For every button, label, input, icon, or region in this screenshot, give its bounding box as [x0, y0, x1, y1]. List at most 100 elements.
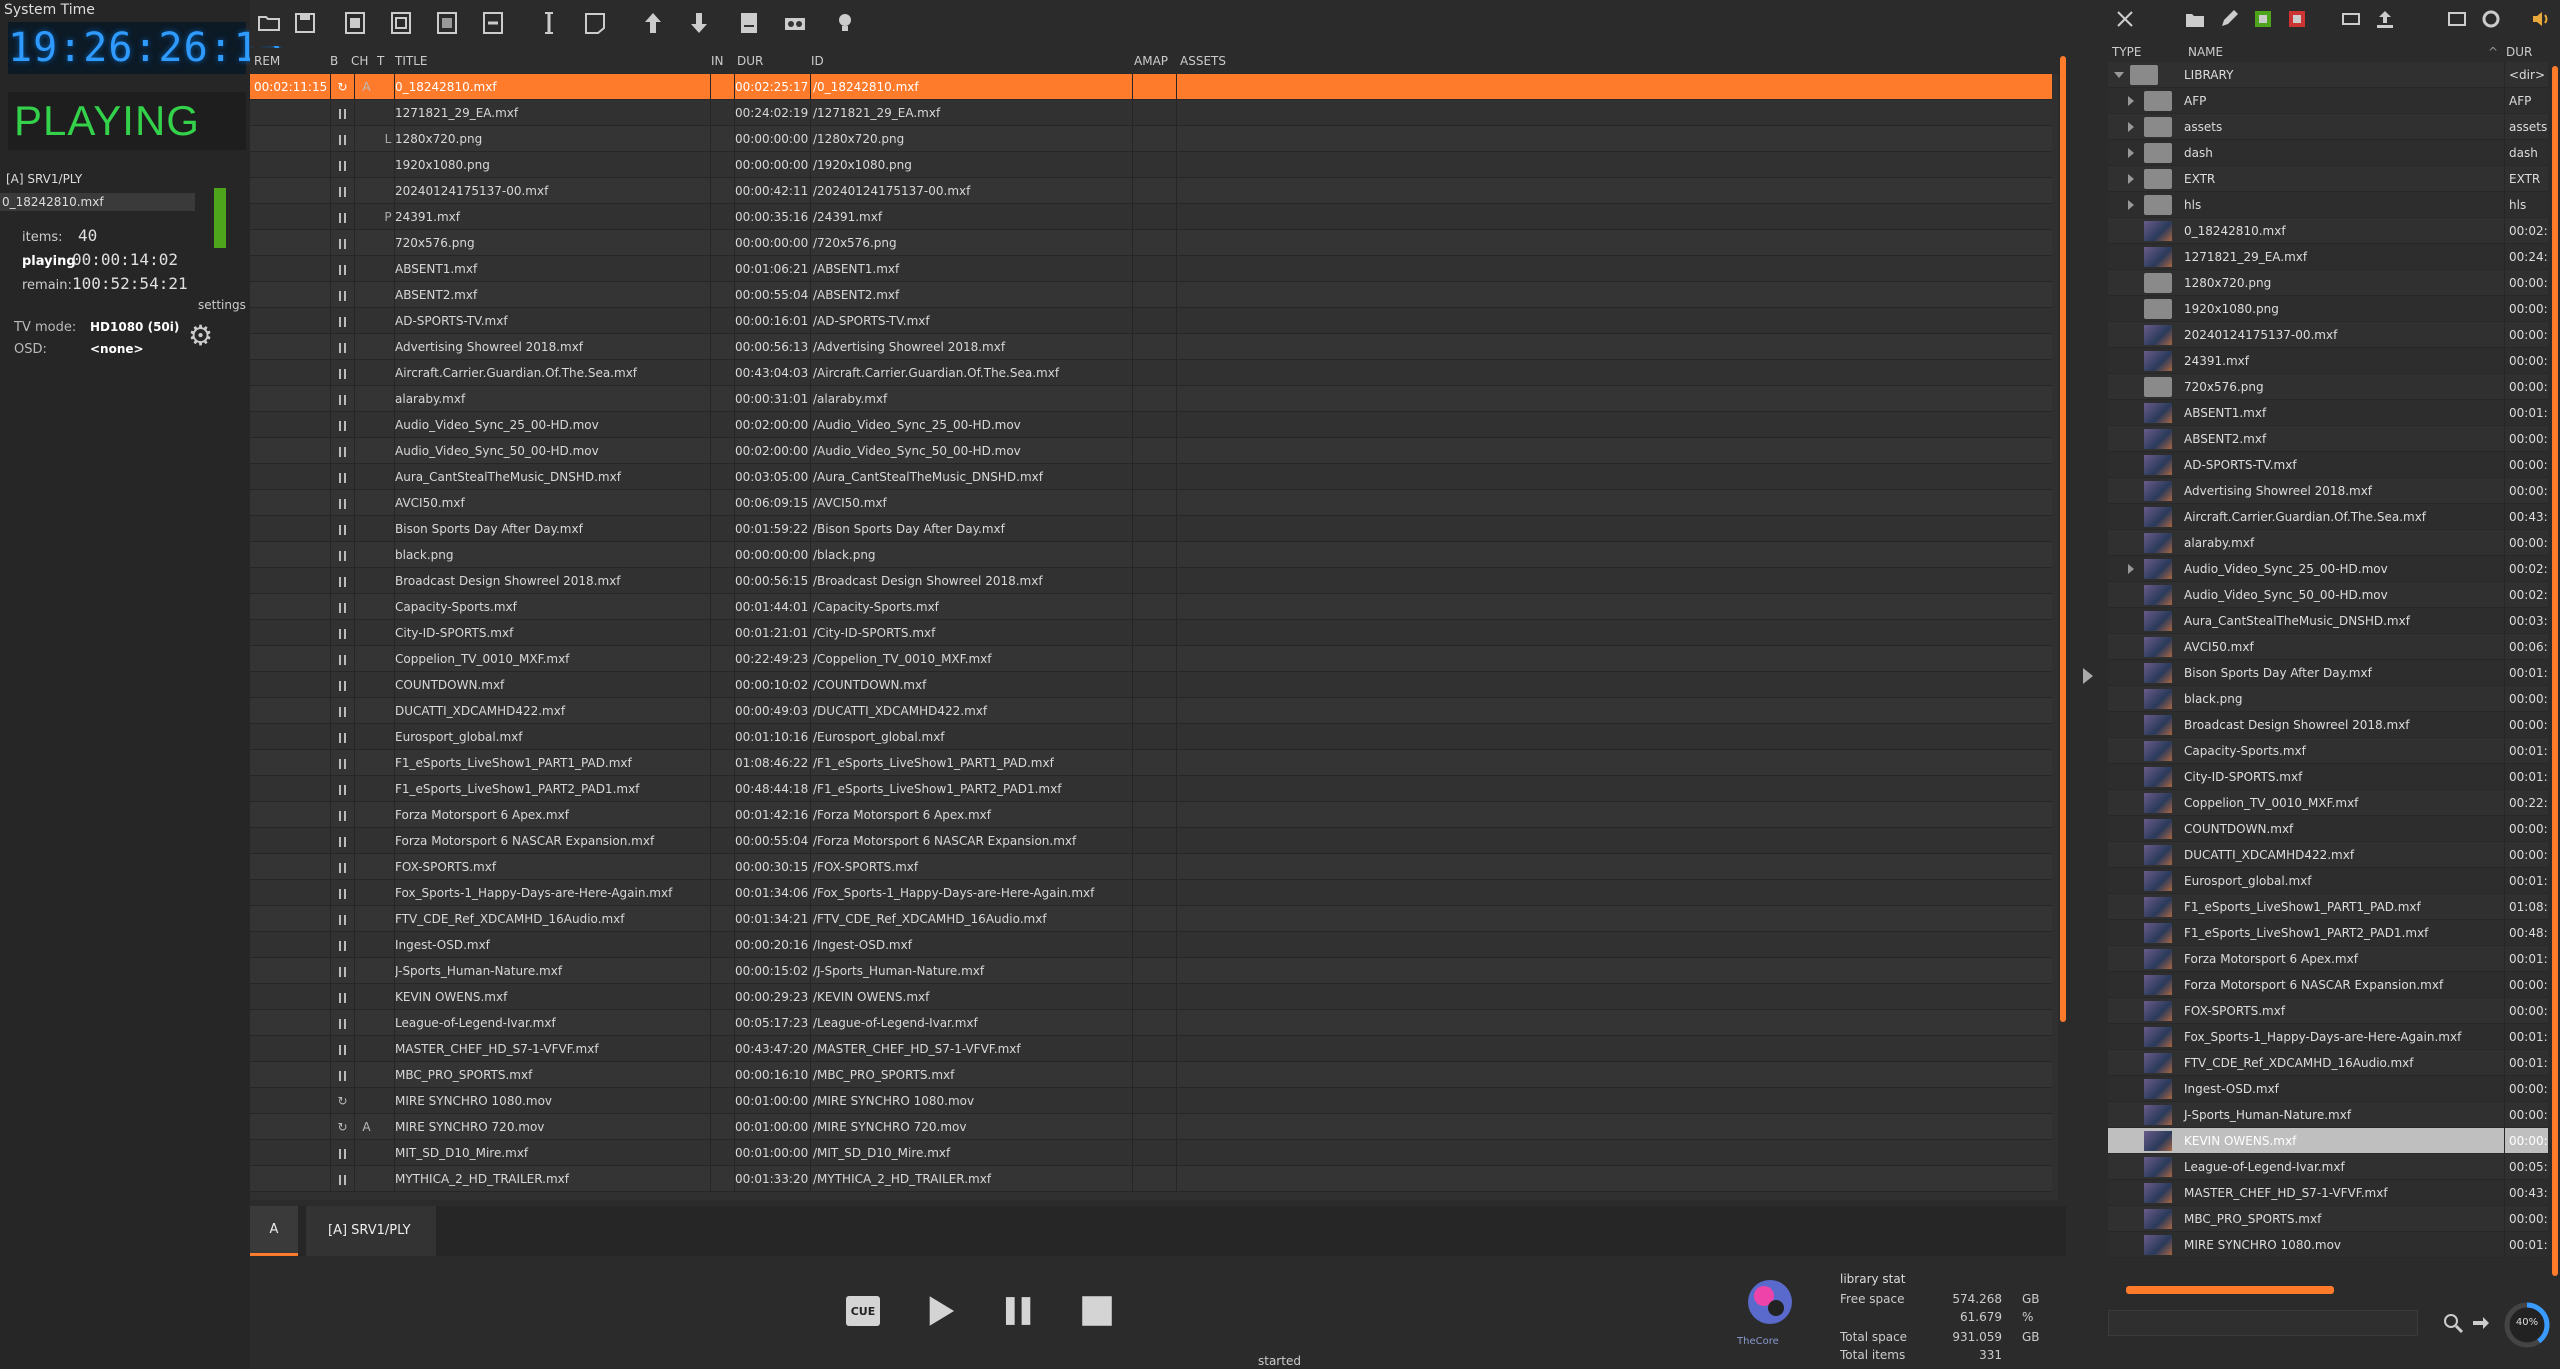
library-file-row[interactable]: FTV_CDE_Ref_XDCAMHD_16Audio.mxf 00:01:: [2108, 1050, 2548, 1076]
chevron-down-icon[interactable]: [2114, 72, 2124, 78]
playlist-row[interactable]: Forza Motorsport 6 Apex.mxf 00:01:42:16/F…: [250, 802, 2052, 828]
library-file-row[interactable]: Audio_Video_Sync_50_00-HD.mov 00:02:: [2108, 582, 2548, 608]
playlist-row[interactable]: F1_eSports_LiveShow1_PART2_PAD1.mxf 00:48…: [250, 776, 2052, 802]
library-file-row[interactable]: Eurosport_global.mxf 00:01:: [2108, 868, 2548, 894]
page-button[interactable]: [580, 8, 610, 38]
hint-button[interactable]: [830, 8, 860, 38]
library-scrollbar-thumb[interactable]: [2552, 66, 2558, 1276]
move-up-button[interactable]: [638, 8, 668, 38]
col-name[interactable]: NAME: [2188, 45, 2223, 59]
library-file-row[interactable]: Audio_Video_Sync_25_00-HD.mov 00:02:: [2108, 556, 2548, 582]
library-search-input[interactable]: [2108, 1310, 2418, 1336]
chevron-right-icon[interactable]: [2128, 200, 2134, 210]
library-file-row[interactable]: DUCATTI_XDCAMHD422.mxf 00:00:: [2108, 842, 2548, 868]
library-file-row[interactable]: 1271821_29_EA.mxf 00:24:: [2108, 244, 2548, 270]
library-file-row[interactable]: Aircraft.Carrier.Guardian.Of.The.Sea.mxf…: [2108, 504, 2548, 530]
chevron-right-icon[interactable]: [2128, 122, 2134, 132]
library-hscrollbar[interactable]: [2112, 1284, 2548, 1296]
library-file-row[interactable]: City-ID-SPORTS.mxf 00:01:: [2108, 764, 2548, 790]
open-folder-button[interactable]: [254, 8, 284, 38]
playlist-scrollbar[interactable]: [2058, 48, 2068, 1200]
add-clip-button[interactable]: [2250, 6, 2276, 32]
library-file-row[interactable]: MBC_PRO_SPORTS.mxf 00:00:: [2108, 1206, 2548, 1232]
collapse-arrow-icon[interactable]: [2080, 666, 2096, 686]
playlist-row[interactable]: black.png 00:00:00:00/black.png: [250, 542, 2052, 568]
col-b[interactable]: B: [330, 54, 338, 68]
library-file-row[interactable]: KEVIN OWENS.mxf 00:00:: [2108, 1128, 2548, 1154]
tab-server[interactable]: [A] SRV1/PLY: [306, 1206, 436, 1256]
col-amap[interactable]: AMAP: [1134, 54, 1168, 68]
playlist-row[interactable]: FOX-SPORTS.mxf 00:00:30:15/FOX-SPORTS.mxf: [250, 854, 2052, 880]
library-folder-row[interactable]: hls hls: [2108, 192, 2548, 218]
pause-button[interactable]: [996, 1288, 1042, 1334]
playlist-row[interactable]: 1920x1080.png 00:00:00:00/1920x1080.png: [250, 152, 2052, 178]
library-file-row[interactable]: 1280x720.png 00:00:: [2108, 270, 2548, 296]
playlist-row[interactable]: City-ID-SPORTS.mxf 00:01:21:01/City-ID-SP…: [250, 620, 2052, 646]
library-file-row[interactable]: Broadcast Design Showreel 2018.mxf 00:00:: [2108, 712, 2548, 738]
library-file-row[interactable]: J-Sports_Human-Nature.mxf 00:00:: [2108, 1102, 2548, 1128]
library-file-row[interactable]: alaraby.mxf 00:00:: [2108, 530, 2548, 556]
library-folder-row[interactable]: EXTR EXTR: [2108, 166, 2548, 192]
upload-button[interactable]: [2372, 6, 2398, 32]
library-file-row[interactable]: FOX-SPORTS.mxf 00:00:: [2108, 998, 2548, 1024]
playlist-row[interactable]: MYTHICA_2_HD_TRAILER.mxf 00:01:33:20/MYTH…: [250, 1166, 2052, 1192]
playlist-row[interactable]: AD-SPORTS-TV.mxf 00:00:16:01/AD-SPORTS-TV…: [250, 308, 2052, 334]
playlist-row[interactable]: KEVIN OWENS.mxf 00:00:29:23/KEVIN OWENS.m…: [250, 984, 2052, 1010]
col-assets[interactable]: ASSETS: [1180, 54, 1226, 68]
move-down-button[interactable]: [684, 8, 714, 38]
playlist-row[interactable]: 1271821_29_EA.mxf 00:24:02:19/1271821_29_…: [250, 100, 2052, 126]
library-file-row[interactable]: 720x576.png 00:00:: [2108, 374, 2548, 400]
col-title[interactable]: TITLE: [395, 54, 427, 68]
playlist-row[interactable]: L 1280x720.png 00:00:00:00/1280x720.png: [250, 126, 2052, 152]
search-icon[interactable]: [2442, 1312, 2464, 1334]
library-file-row[interactable]: League-of-Legend-Ivar.mxf 00:05:: [2108, 1154, 2548, 1180]
cue-button[interactable]: CUE: [846, 1296, 880, 1326]
playlist-row[interactable]: 00:02:11:15 ↻ A 0_18242810.mxf 00:02:25:17/0…: [250, 74, 2052, 100]
play-button[interactable]: [918, 1288, 964, 1334]
chevron-right-icon[interactable]: [2128, 96, 2134, 106]
edit-button[interactable]: [2216, 6, 2242, 32]
playlist-row[interactable]: 20240124175137-00.mxf 00:00:42:11/2024012…: [250, 178, 2052, 204]
playlist-row[interactable]: Audio_Video_Sync_50_00-HD.mov 00:02:00:00…: [250, 438, 2052, 464]
save-button[interactable]: [290, 8, 320, 38]
playlist-row[interactable]: Broadcast Design Showreel 2018.mxf 00:00:…: [250, 568, 2052, 594]
library-hscrollbar-thumb[interactable]: [2126, 1286, 2334, 1294]
library-file-row[interactable]: 20240124175137-00.mxf 00:00:: [2108, 322, 2548, 348]
playlist-row[interactable]: F1_eSports_LiveShow1_PART1_PAD.mxf 01:08:…: [250, 750, 2052, 776]
playlist-row[interactable]: FTV_CDE_Ref_XDCAMHD_16Audio.mxf 00:01:34:…: [250, 906, 2052, 932]
playlist-row[interactable]: Aura_CantStealTheMusic_DNSHD.mxf 00:03:05…: [250, 464, 2052, 490]
playlist-row[interactable]: Bison Sports Day After Day.mxf 00:01:59:2…: [250, 516, 2052, 542]
film-replace-button[interactable]: [432, 8, 462, 38]
playlist-row[interactable]: MBC_PRO_SPORTS.mxf 00:00:16:10/MBC_PRO_SP…: [250, 1062, 2052, 1088]
library-file-row[interactable]: Capacity-Sports.mxf 00:01:: [2108, 738, 2548, 764]
cut-button[interactable]: [2112, 6, 2138, 32]
playlist-row[interactable]: ABSENT2.mxf 00:00:55:04/ABSENT2.mxf: [250, 282, 2052, 308]
new-folder-button[interactable]: [2182, 6, 2208, 32]
film-add-button[interactable]: [386, 8, 416, 38]
library-file-row[interactable]: ABSENT2.mxf 00:00:: [2108, 426, 2548, 452]
chevron-right-icon[interactable]: [2128, 564, 2134, 574]
media-button[interactable]: [780, 8, 810, 38]
library-file-row[interactable]: 24391.mxf 00:00:: [2108, 348, 2548, 374]
library-folder-row[interactable]: assets assets: [2108, 114, 2548, 140]
col-dur[interactable]: DUR: [2506, 45, 2532, 59]
playlist-row[interactable]: Forza Motorsport 6 NASCAR Expansion.mxf 0…: [250, 828, 2052, 854]
playlist-row[interactable]: alaraby.mxf 00:00:31:01/alaraby.mxf: [250, 386, 2052, 412]
playlist-row[interactable]: MASTER_CHEF_HD_S7-1-VFVF.mxf 00:43:47:20/…: [250, 1036, 2052, 1062]
col-rem[interactable]: REM: [254, 54, 280, 68]
gear-icon[interactable]: ⚙: [188, 322, 216, 350]
playlist-row[interactable]: Coppelion_TV_0010_MXF.mxf 00:22:49:23/Cop…: [250, 646, 2052, 672]
library-file-row[interactable]: 0_18242810.mxf 00:02:: [2108, 218, 2548, 244]
library-file-row[interactable]: AVCI50.mxf 00:06:: [2108, 634, 2548, 660]
library-file-row[interactable]: Fox_Sports-1_Happy-Days-are-Here-Again.m…: [2108, 1024, 2548, 1050]
playlist-row[interactable]: Audio_Video_Sync_25_00-HD.mov 00:02:00:00…: [250, 412, 2052, 438]
playlist-row[interactable]: Eurosport_global.mxf 00:01:10:16/Eurospor…: [250, 724, 2052, 750]
library-folder-row[interactable]: dash dash: [2108, 140, 2548, 166]
stop-button[interactable]: [1074, 1288, 1120, 1334]
library-file-row[interactable]: F1_eSports_LiveShow1_PART2_PAD1.mxf 00:48…: [2108, 920, 2548, 946]
col-dur[interactable]: DUR: [737, 54, 763, 68]
film-remove-button[interactable]: [478, 8, 508, 38]
playlist-row[interactable]: 720x576.png 00:00:00:00/720x576.png: [250, 230, 2052, 256]
col-type[interactable]: TYPE: [2112, 45, 2141, 59]
library-file-row[interactable]: Bison Sports Day After Day.mxf 00:01:: [2108, 660, 2548, 686]
